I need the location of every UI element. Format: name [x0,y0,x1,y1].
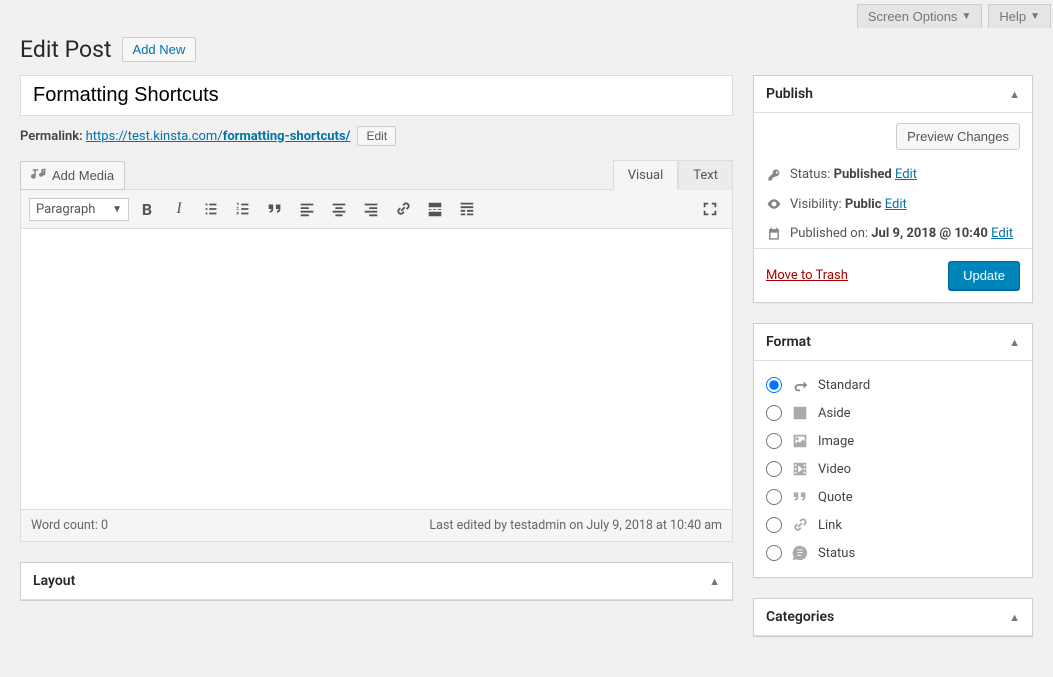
standard-format-icon [791,376,809,394]
post-title-input[interactable] [20,75,733,116]
video-format-icon [791,460,809,478]
numbered-list-button[interactable] [229,195,257,223]
format-radio[interactable] [766,433,782,449]
screen-options-button[interactable]: Screen Options ▼ [857,4,983,28]
layout-box-header[interactable]: Layout ▲ [21,563,732,600]
categories-box-header[interactable]: Categories ▲ [754,599,1032,636]
format-label: Link [818,518,842,533]
help-button[interactable]: Help ▼ [988,4,1051,28]
format-option-image[interactable]: Image [766,427,1020,455]
align-center-button[interactable] [325,195,353,223]
layout-box-title: Layout [33,573,75,589]
blockquote-button[interactable] [261,195,289,223]
calendar-icon [766,227,782,241]
format-box: Format ▲ Standard Aside Image Video Quote Lin… [753,323,1033,578]
caret-down-icon: ▼ [961,11,971,22]
publish-box: Publish ▲ Preview Changes Status: Publis… [753,75,1033,303]
categories-box: Categories ▲ [753,598,1033,637]
preview-changes-button[interactable]: Preview Changes [896,123,1020,150]
format-label: Status [818,546,855,561]
paragraph-select[interactable]: Paragraph▼ [29,198,129,221]
add-new-button[interactable]: Add New [122,37,197,62]
update-button[interactable]: Update [948,261,1020,290]
key-icon [766,168,782,182]
status-format-icon [791,544,809,562]
bullet-list-button[interactable] [197,195,225,223]
image-format-icon [791,432,809,450]
format-box-header[interactable]: Format ▲ [754,324,1032,361]
publish-box-title: Publish [766,86,813,102]
word-count: Word count: 0 [31,518,108,533]
visibility-line: Visibility: Public Edit [754,189,1032,219]
read-more-button[interactable] [421,195,449,223]
edit-status-link[interactable]: Edit [895,167,917,182]
format-label: Video [818,462,851,477]
format-radio[interactable] [766,545,782,561]
tab-text[interactable]: Text [678,160,733,190]
format-option-link[interactable]: Link [766,511,1020,539]
format-option-standard[interactable]: Standard [766,371,1020,399]
editor-content[interactable] [21,229,732,509]
move-to-trash-link[interactable]: Move to Trash [766,268,848,283]
caret-down-icon: ▼ [1030,11,1040,22]
edit-visibility-link[interactable]: Edit [885,197,907,212]
format-option-quote[interactable]: Quote [766,483,1020,511]
format-option-aside[interactable]: Aside [766,399,1020,427]
toolbar-toggle-button[interactable] [453,195,481,223]
eye-icon [766,196,782,212]
published-on-line: Published on: Jul 9, 2018 @ 10:40 Edit [754,219,1032,248]
insert-link-button[interactable] [389,195,417,223]
format-radio[interactable] [766,517,782,533]
format-radio[interactable] [766,377,782,393]
link-format-icon [791,516,809,534]
caret-up-icon: ▲ [1009,336,1020,349]
format-radio[interactable] [766,461,782,477]
caret-up-icon: ▲ [709,575,720,588]
permalink-link[interactable]: https://test.kinsta.com/formatting-short… [86,129,351,144]
camera-music-icon [31,166,47,185]
format-label: Quote [818,490,853,505]
format-label: Aside [818,406,851,421]
align-right-button[interactable] [357,195,385,223]
format-option-video[interactable]: Video [766,455,1020,483]
permalink-label: Permalink: [20,129,83,144]
format-label: Image [818,434,854,449]
align-left-button[interactable] [293,195,321,223]
permalink-row: Permalink: https://test.kinsta.com/forma… [20,126,733,146]
format-option-status[interactable]: Status [766,539,1020,567]
fullscreen-button[interactable] [696,195,724,223]
page-title: Edit Post [20,36,112,63]
quote-format-icon [791,488,809,506]
format-box-title: Format [766,334,811,350]
publish-box-header[interactable]: Publish ▲ [754,76,1032,113]
caret-up-icon: ▲ [1009,611,1020,624]
format-label: Standard [818,378,870,393]
caret-down-icon: ▼ [112,204,122,215]
tab-visual[interactable]: Visual [613,160,679,190]
edit-permalink-button[interactable]: Edit [357,126,396,146]
last-edited: Last edited by testadmin on July 9, 2018… [429,518,722,533]
caret-up-icon: ▲ [1009,88,1020,101]
edit-date-link[interactable]: Edit [991,226,1013,241]
format-radio[interactable] [766,489,782,505]
status-line: Status: Published Edit [754,160,1032,189]
add-media-button[interactable]: Add Media [20,161,125,190]
format-radio[interactable] [766,405,782,421]
bold-button[interactable]: B [133,195,161,223]
aside-format-icon [791,404,809,422]
italic-button[interactable]: I [165,195,193,223]
categories-box-title: Categories [766,609,834,625]
